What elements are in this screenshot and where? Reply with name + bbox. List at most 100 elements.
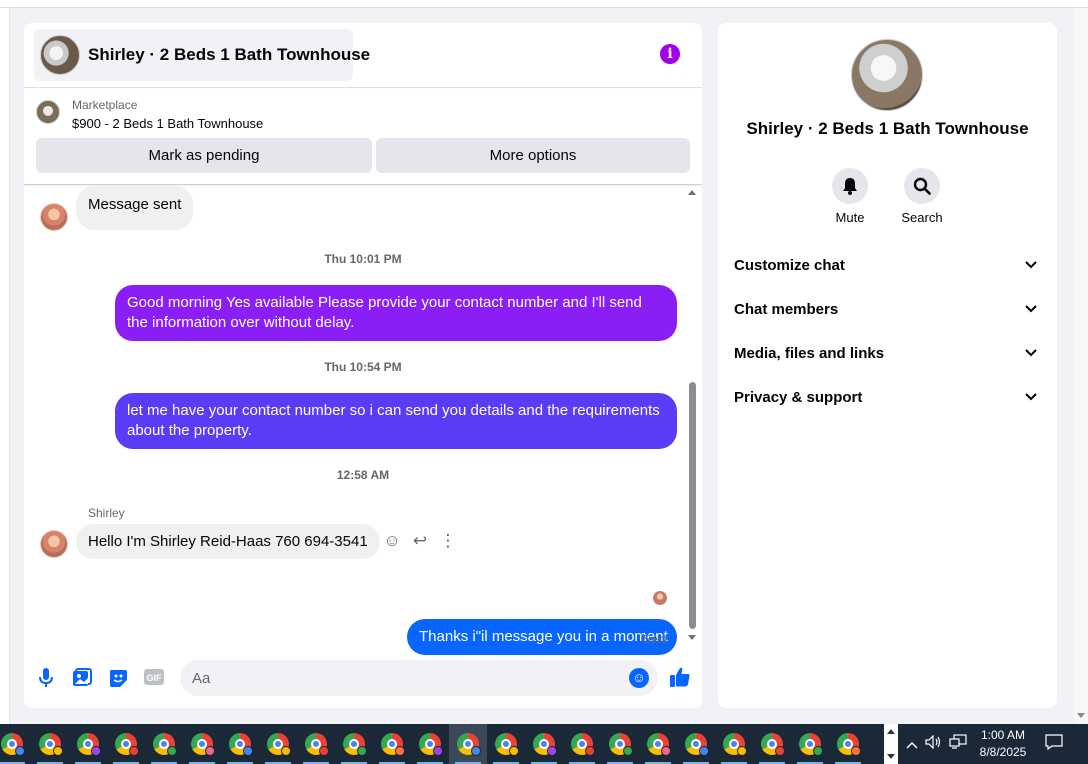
reply-icon[interactable]: ↩ [409,530,431,552]
sender-avatar[interactable] [40,530,68,558]
scroll-down-icon[interactable] [1077,713,1085,718]
chevron-down-icon[interactable] [887,754,895,759]
message-timestamp: Thu 10:01 PM [324,252,402,266]
search-label: Search [901,210,943,225]
message-bubble-incoming[interactable]: Message sent [76,186,194,230]
sender-name: Shirley [88,506,125,520]
taskbar-chrome-window[interactable] [829,724,867,764]
taskbar-chrome-window[interactable] [487,724,525,764]
profile-badge-icon [509,746,519,756]
profile-badge-icon [395,746,405,756]
message-timestamp: 12:58 AM [336,468,390,482]
volume-icon[interactable] [924,734,944,754]
search-button[interactable]: Search [892,168,952,225]
section-label: Chat members [734,300,839,318]
sender-avatar[interactable] [40,203,68,231]
message-bubble-outgoing[interactable]: let me have your contact number so i can… [115,393,677,449]
messages-scrollbar-thumb[interactable] [689,382,696,629]
gif-icon[interactable]: GIF [142,668,166,692]
react-icon[interactable]: ☺ [381,530,403,552]
emoji-icon[interactable]: ☺ [629,668,649,688]
profile-badge-icon [167,746,177,756]
system-tray: 1:00 AM 8/8/2025 [898,724,1088,764]
profile-badge-icon [205,746,215,756]
taskbar-clock[interactable]: 1:00 AM 8/8/2025 [970,727,1036,761]
message-bubble-outgoing[interactable]: Thanks i"il message you in a moment [407,619,677,655]
taskbar-chrome-window[interactable] [753,724,791,764]
chevron-up-icon[interactable] [887,729,895,734]
photo-icon[interactable] [70,668,94,692]
chevron-down-icon [1021,299,1041,319]
taskbar-chrome-window[interactable] [31,724,69,764]
taskbar-chrome-window[interactable] [69,724,107,764]
search-icon[interactable] [904,168,940,204]
taskbar-chrome-window[interactable] [221,724,259,764]
scroll-down-icon[interactable] [688,635,696,640]
notifications-icon[interactable] [1044,734,1064,754]
bell-icon[interactable] [832,168,868,204]
mute-button[interactable]: Mute [820,168,880,225]
left-sidebar-edge [0,8,10,724]
taskbar-chrome-window[interactable] [0,724,31,764]
customize-chat-section[interactable]: Customize chat [734,243,1041,287]
listing-category: Marketplace [72,98,138,112]
taskbar-chrome-window[interactable] [373,724,411,764]
message-bubble-outgoing[interactable]: Good morning Yes available Please provid… [115,285,677,341]
section-label: Privacy & support [734,388,863,406]
profile-badge-icon [737,746,747,756]
thumbs-up-icon[interactable] [668,666,692,690]
taskbar-chrome-window[interactable] [715,724,753,764]
window-top-edge [0,0,1088,8]
taskbar-chrome-window[interactable] [525,724,563,764]
privacy-support-section[interactable]: Privacy & support [734,375,1041,419]
listing-thumbnail[interactable] [36,100,60,124]
network-icon[interactable] [948,734,968,754]
scroll-up-icon[interactable] [688,190,696,195]
media-files-links-section[interactable]: Media, files and links [734,331,1041,375]
taskbar-chrome-window[interactable] [297,724,335,764]
page-scrollbar[interactable] [1074,8,1088,724]
taskbar-chrome-window[interactable] [449,724,487,764]
profile-badge-icon [585,746,595,756]
chat-info-panel: Shirley · 2 Beds 1 Bath Townhouse Mute S… [718,23,1057,708]
microphone-icon[interactable] [34,668,58,692]
mute-label: Mute [835,210,865,225]
profile-badge-icon [851,746,861,756]
show-hidden-icons-icon[interactable] [902,734,922,754]
profile-badge-icon [357,746,367,756]
chat-members-section[interactable]: Chat members [734,287,1041,331]
sticker-icon[interactable] [106,668,130,692]
taskbar-chrome-window[interactable] [639,724,677,764]
sent-status: Sent [643,632,668,646]
profile-badge-icon [433,746,443,756]
message-text: Thanks i"il message you in a moment [419,628,668,645]
profile-badge-icon [319,746,329,756]
profile-badge-icon [91,746,101,756]
chevron-down-icon [1021,255,1041,275]
more-options-button[interactable]: More options [376,138,690,173]
message-text: Message sent [88,196,182,213]
profile-badge-icon [547,746,557,756]
taskbar-chrome-window[interactable] [107,724,145,764]
message-input[interactable] [180,660,658,696]
taskbar-chrome-window[interactable] [145,724,183,764]
message-bubble-incoming[interactable]: Hello I'm Shirley Reid-Haas 760 694-3541 [76,524,380,559]
taskbar-chrome-window[interactable] [411,724,449,764]
chat-title-button[interactable]: Shirley · 2 Beds 1 Bath Townhouse [34,29,370,81]
listing-avatar-large[interactable] [851,39,923,111]
taskbar-chrome-window[interactable] [259,724,297,764]
taskbar-chrome-window[interactable] [791,724,829,764]
chat-header: Shirley · 2 Beds 1 Bath Townhouse i [24,23,702,88]
mark-as-pending-button[interactable]: Mark as pending [36,138,372,173]
taskbar-chrome-window[interactable] [677,724,715,764]
taskbar-chrome-window[interactable] [183,724,221,764]
taskbar-scroll[interactable] [884,724,898,764]
taskbar-chrome-window[interactable] [563,724,601,764]
listing-price-title[interactable]: $900 - 2 Beds 1 Bath Townhouse [72,116,263,131]
taskbar-chrome-window[interactable] [601,724,639,764]
taskbar-chrome-window[interactable] [335,724,373,764]
more-icon[interactable]: ⋮ [437,530,459,552]
section-label: Media, files and links [734,344,885,362]
profile-badge-icon [243,746,253,756]
info-icon[interactable]: i [660,44,680,64]
